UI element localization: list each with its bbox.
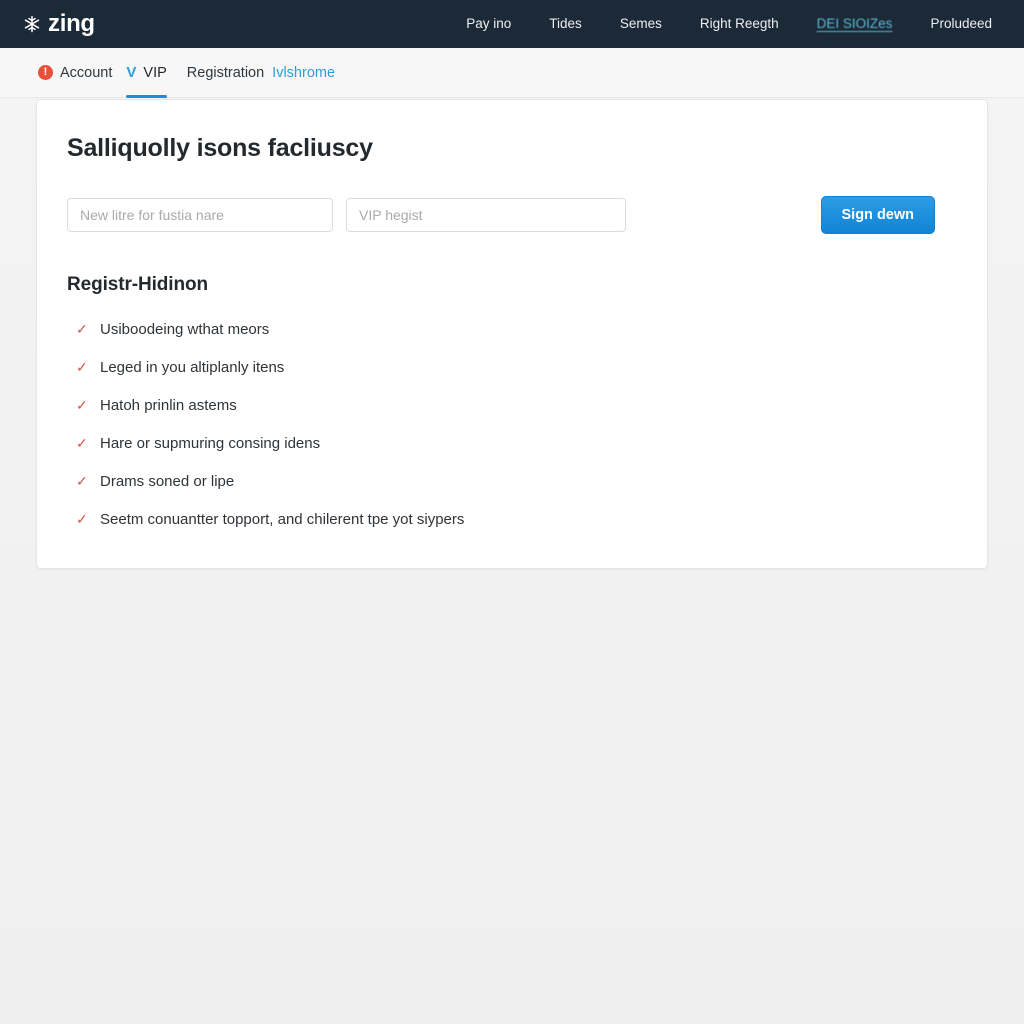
list-item: ✓ Seetm conuantter topport, and chileren… — [67, 510, 957, 529]
list-item-label: Hatoh prinlin astems — [100, 397, 237, 414]
check-icon: ✓ — [76, 321, 88, 337]
nav-item-2[interactable]: Semes — [620, 17, 662, 31]
tab-registration-label[interactable]: Registration — [187, 65, 264, 81]
tab-sub-link[interactable]: Ivlshrome — [264, 65, 335, 81]
list-item-label: Drams soned or lipe — [100, 473, 235, 490]
main-card: Salliquolly isons facliuscy Sign dewn Re… — [36, 99, 988, 569]
tab-account-label: Account — [60, 64, 113, 81]
snowflake-icon — [22, 14, 42, 34]
tab-vip[interactable]: V VIP — [126, 48, 180, 98]
signin-form: Sign dewn — [67, 196, 957, 234]
list-item: ✓ Usiboodeing wthat meors — [67, 320, 957, 339]
tab-account[interactable]: ! Account — [38, 48, 126, 98]
nav-item-3[interactable]: Right Reegth — [700, 17, 779, 31]
nav-item-0[interactable]: Pay ino — [466, 17, 511, 31]
section-title: Registr-Hidinon — [67, 274, 208, 295]
page-root: zing Pay ino Tides Semes Right Reegth DE… — [0, 0, 1024, 1024]
list-item: ✓ Hatoh prinlin astems — [67, 396, 957, 415]
check-icon: ✓ — [76, 359, 88, 375]
list-item: ✓ Leged in you altiplanly itens — [67, 358, 957, 377]
benefits-list: ✓ Usiboodeing wthat meors ✓ Leged in you… — [67, 320, 957, 529]
page-title: Salliquolly isons facliuscy — [67, 134, 373, 162]
tab-bar: ! Account V VIP Registration Ivlshrome — [0, 48, 1024, 98]
list-item-label: Leged in you altiplanly itens — [100, 359, 285, 376]
tab-vip-label: VIP — [143, 64, 167, 81]
top-navigation: Pay ino Tides Semes Right Reegth DEI SIO… — [466, 17, 1002, 31]
sign-down-button[interactable]: Sign dewn — [820, 196, 935, 234]
vip-input[interactable] — [346, 198, 626, 232]
tab-registration-group: Registration Ivlshrome — [181, 48, 335, 98]
brand-logo[interactable]: zing — [22, 12, 95, 36]
brand-name: zing — [48, 10, 95, 37]
v-icon: V — [126, 64, 137, 81]
alert-icon: ! — [38, 65, 53, 80]
check-icon: ✓ — [76, 397, 88, 413]
list-item-label: Hare or supmuring consing idens — [100, 435, 321, 452]
top-header: zing Pay ino Tides Semes Right Reegth DE… — [0, 0, 1024, 48]
list-item: ✓ Hare or supmuring consing idens — [67, 434, 957, 453]
list-item-label: Usiboodeing wthat meors — [100, 321, 270, 338]
nav-item-1[interactable]: Tides — [549, 17, 582, 31]
nav-item-5[interactable]: Proludeed — [930, 17, 992, 31]
list-item: ✓ Drams soned or lipe — [67, 472, 957, 491]
check-icon: ✓ — [76, 511, 88, 527]
list-item-label: Seetm conuantter topport, and chilerent … — [100, 511, 465, 528]
nav-item-4-link[interactable]: DEI SIOIZes — [817, 17, 893, 31]
check-icon: ✓ — [76, 473, 88, 489]
check-icon: ✓ — [76, 435, 88, 451]
name-input[interactable] — [67, 198, 333, 232]
